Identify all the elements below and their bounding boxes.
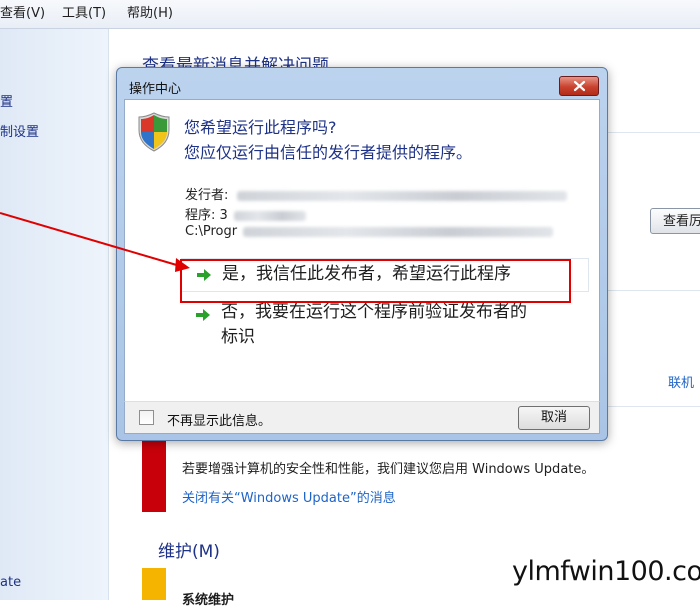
option-verify-publisher[interactable]: 否，我要在运行这个程序前验证发布者的 标识 xyxy=(181,300,589,358)
nav-link-settings[interactable]: 置 xyxy=(0,91,13,110)
dont-show-checkbox[interactable] xyxy=(139,410,154,425)
view-archived-button[interactable]: 查看厉 xyxy=(650,208,700,234)
run-program-dialog: 操作中心 您希望运行此程序吗? 您应仅运行由信任的发行者提供的程序。 发行者: … xyxy=(116,67,608,441)
publisher-blurred xyxy=(236,190,567,201)
windows-update-message: 若要增强计算机的安全性和性能，我们建议您启用 Windows Update。 xyxy=(182,462,595,477)
turn-off-windows-update-messages-link[interactable]: 关闭有关“Windows Update”的消息 xyxy=(182,487,396,506)
path-blurred xyxy=(243,226,554,237)
site-watermark: ylmfwin100.com xyxy=(512,556,700,587)
alert-severity-bar xyxy=(142,440,166,512)
close-button[interactable] xyxy=(559,76,599,96)
option-verify-label-line1: 否，我要在运行这个程序前验证发布者的 xyxy=(221,302,527,322)
publisher-label: 发行者: xyxy=(185,188,229,203)
menu-bar: 查看(V) 工具(T) 帮助(H) xyxy=(0,0,700,29)
dialog-footer: 不再显示此信息。 取消 xyxy=(124,401,600,434)
trust-advice: 您应仅运行由信任的发行者提供的程序。 xyxy=(184,143,473,162)
menu-help[interactable]: 帮助(H) xyxy=(127,0,173,28)
nav-link-control-settings[interactable]: 制设置 xyxy=(0,121,39,140)
dont-show-label: 不再显示此信息。 xyxy=(167,414,272,429)
nav-link-update[interactable]: ate xyxy=(0,575,21,590)
run-question: 您希望运行此程序吗? xyxy=(184,118,337,137)
dialog-body: 您希望运行此程序吗? 您应仅运行由信任的发行者提供的程序。 发行者: 程序: 3… xyxy=(124,99,600,402)
option-verify-label-line2: 标识 xyxy=(221,327,255,347)
menu-tools[interactable]: 工具(T) xyxy=(62,0,106,28)
path-label: C:\Progr xyxy=(185,224,238,239)
maintenance-section-title[interactable]: 维护(M) xyxy=(158,537,220,562)
program-row: 程序: 3 xyxy=(185,204,306,223)
program-blurred xyxy=(233,210,306,221)
close-icon xyxy=(573,80,586,92)
online-link[interactable]: 联机 xyxy=(668,372,694,391)
left-nav-pane: 置 制设置 ate xyxy=(0,29,109,600)
highlight-box xyxy=(180,259,571,303)
system-maintenance-title: 系统维护 xyxy=(182,593,235,608)
cancel-button[interactable]: 取消 xyxy=(518,406,590,430)
publisher-row: 发行者: xyxy=(185,184,567,203)
green-arrow-icon xyxy=(196,309,210,321)
program-label: 程序: 3 xyxy=(185,208,228,223)
menu-view[interactable]: 查看(V) xyxy=(0,0,45,28)
security-shield-icon xyxy=(138,112,170,152)
maintenance-severity-bar xyxy=(142,568,166,600)
dialog-title: 操作中心 xyxy=(129,82,182,97)
path-row: C:\Progr xyxy=(185,224,554,239)
